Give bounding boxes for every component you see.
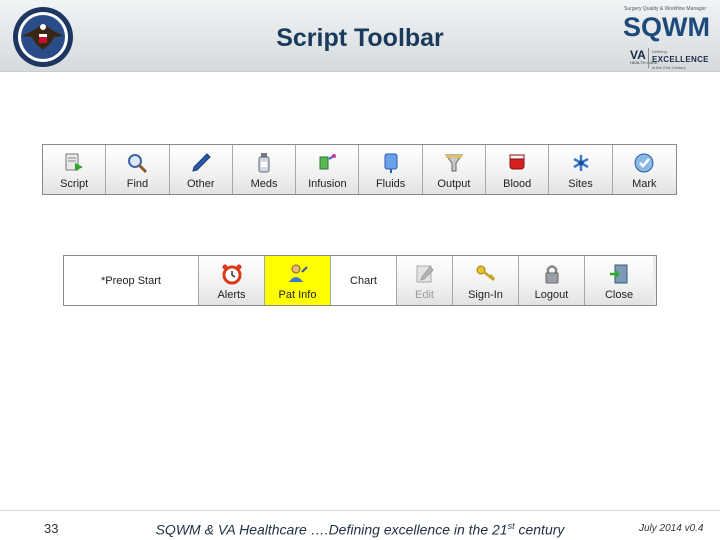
footer-caption-sup: st xyxy=(507,521,515,531)
edit-icon xyxy=(416,265,434,283)
logo-name: SQWM xyxy=(623,12,710,42)
script-button[interactable]: Script xyxy=(43,145,107,194)
fluids-button[interactable]: Fluids xyxy=(359,145,423,194)
output-button[interactable]: Output xyxy=(422,145,487,194)
script-label: Script xyxy=(60,178,89,190)
alerts-button[interactable]: Alerts xyxy=(199,256,265,305)
blood-label: Blood xyxy=(503,178,532,190)
pen-icon xyxy=(192,153,211,172)
chart-label[interactable]: Chart xyxy=(331,256,397,305)
keys-icon xyxy=(476,265,495,281)
mark-label: Mark xyxy=(632,178,657,190)
sites-label: Sites xyxy=(568,178,593,190)
fluid-bag-icon xyxy=(384,153,398,173)
exit-door-icon xyxy=(610,264,628,284)
find-button[interactable]: Find xyxy=(106,145,170,194)
logo-divider xyxy=(648,48,649,68)
meds-label: Meds xyxy=(250,178,278,190)
sign-in-button[interactable]: Sign-In xyxy=(453,256,519,305)
output-label: Output xyxy=(437,178,471,190)
script-toolbar: Script Find Other Meds Infusion Fluids O… xyxy=(42,144,677,195)
footer-divider xyxy=(0,510,720,511)
close-label: Close xyxy=(604,289,634,301)
footer-caption: SQWM & VA Healthcare ….Defining excellen… xyxy=(0,521,720,538)
infusion-button[interactable]: Infusion xyxy=(296,145,360,194)
mark-icon xyxy=(634,153,654,173)
slide-header: Script Toolbar Surgery Quality & Workflo… xyxy=(0,0,720,72)
logout-label: Logout xyxy=(534,289,569,301)
pat-info-button[interactable]: Pat Info xyxy=(265,256,331,305)
footer-date: July 2014 v0.4 xyxy=(639,523,704,534)
magnifier-icon xyxy=(128,154,148,174)
status-toolbar: *Preop Start Alerts Pat Info Chart Edit … xyxy=(63,255,657,306)
pat-info-label: Pat Info xyxy=(278,289,317,301)
script-icon xyxy=(65,153,84,171)
edit-button[interactable]: Edit xyxy=(397,256,453,305)
close-button[interactable]: Close xyxy=(585,256,653,305)
footer-caption-main: SQWM & VA Healthcare ….Defining excellen… xyxy=(155,521,508,538)
infusion-label: Infusion xyxy=(308,178,347,190)
other-label: Other xyxy=(186,178,215,190)
sign-in-label: Sign-In xyxy=(468,289,503,301)
blood-bag-icon xyxy=(509,154,525,170)
funnel-icon xyxy=(444,154,463,172)
blood-button[interactable]: Blood xyxy=(486,145,550,194)
sites-button[interactable]: Sites xyxy=(549,145,613,194)
logout-button[interactable]: Logout xyxy=(519,256,585,305)
footer-caption-end: century xyxy=(514,521,565,538)
sqwm-logo: Surgery Quality & Workflow Manager SQWM … xyxy=(618,4,714,70)
padlock-icon xyxy=(545,265,558,284)
other-button[interactable]: Other xyxy=(169,145,233,194)
fluids-label: Fluids xyxy=(375,178,406,190)
patient-info-icon xyxy=(288,264,308,282)
logo-defining: Defining xyxy=(652,49,667,54)
sites-icon xyxy=(572,155,589,171)
find-label: Find xyxy=(126,178,149,190)
preop-status: *Preop Start xyxy=(64,256,199,305)
alerts-label: Alerts xyxy=(217,289,246,301)
alarm-clock-icon xyxy=(222,264,241,285)
edit-label: Edit xyxy=(415,289,434,301)
mark-button[interactable]: Mark xyxy=(612,145,676,194)
page-title: Script Toolbar xyxy=(276,24,444,52)
logo-century: in the 21st Century xyxy=(652,65,686,70)
medicine-bottle-icon xyxy=(258,153,270,173)
infusion-icon xyxy=(319,154,337,170)
logo-excellence: EXCELLENCE xyxy=(652,55,709,64)
meds-button[interactable]: Meds xyxy=(232,145,297,194)
